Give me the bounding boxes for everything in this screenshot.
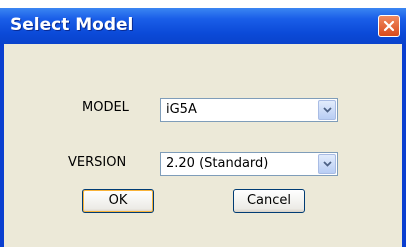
page-background [0,0,406,8]
close-button[interactable] [378,15,400,37]
model-label: MODEL [82,100,129,115]
titlebar[interactable]: Select Model [0,8,406,44]
chevron-down-icon [322,161,332,167]
version-select[interactable]: 2.20 (Standard) [160,152,338,176]
select-model-dialog: Select Model MODEL iG5A VERSION 2.20 (St… [0,8,406,247]
model-select-value: iG5A [166,102,197,117]
version-select-value: 2.20 (Standard) [166,156,269,171]
model-select[interactable]: iG5A [160,98,338,122]
version-dropdown-button[interactable] [318,154,336,174]
close-icon [383,20,395,32]
dialog-body: MODEL iG5A VERSION 2.20 (Standard) OK Ca… [4,44,402,247]
cancel-button[interactable]: Cancel [233,189,305,213]
version-label: VERSION [68,155,127,170]
model-dropdown-button[interactable] [318,100,336,120]
chevron-down-icon [322,107,332,113]
dialog-title: Select Model [10,15,134,35]
ok-button[interactable]: OK [82,189,154,213]
